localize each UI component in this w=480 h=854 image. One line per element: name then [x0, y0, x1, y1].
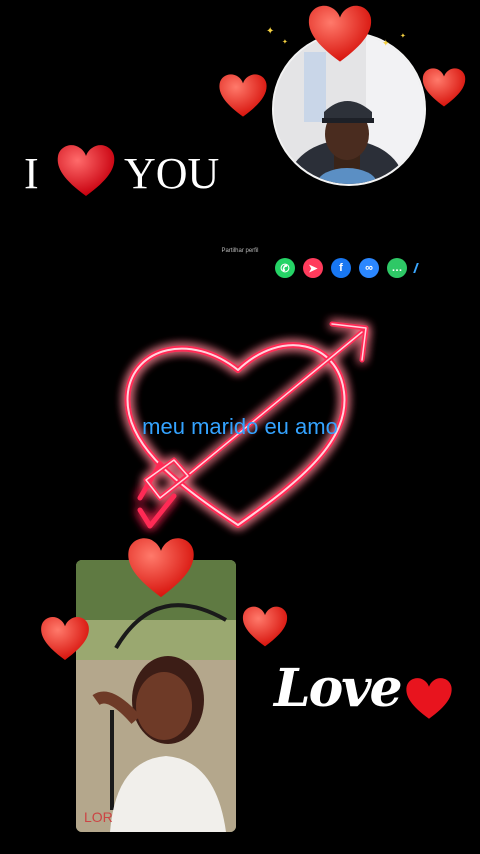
- heart-icon: [406, 678, 452, 719]
- svg-text:LOR: LOR: [84, 809, 113, 825]
- send-share-button[interactable]: ➤: [303, 258, 323, 278]
- facebook-share-button[interactable]: f: [331, 258, 351, 278]
- link-icon: ∞: [365, 262, 373, 274]
- svg-text:✦: ✦: [382, 38, 390, 48]
- sparkle-icon: ✦ ✦ ✦ ✦: [266, 26, 406, 48]
- message-share-button[interactable]: …: [387, 258, 407, 278]
- caption-text: meu marido eu amo: [142, 414, 338, 439]
- whatsapp-icon: ✆: [280, 262, 290, 275]
- heart-icon: [57, 145, 115, 196]
- svg-text:✦: ✦: [282, 38, 288, 46]
- link-share-button[interactable]: ∞: [359, 258, 379, 278]
- floating-heart-icon: [128, 538, 194, 598]
- share-profile-label: Partilhar perfil: [221, 248, 259, 254]
- you-label: YOU: [124, 149, 220, 198]
- more-share-indicator: [413, 263, 419, 273]
- whatsapp-share-button[interactable]: ✆: [275, 258, 295, 278]
- love-label: Love: [274, 658, 403, 719]
- floating-heart-icon: [242, 606, 288, 647]
- svg-text:✦: ✦: [400, 32, 406, 40]
- love-text-block: Love: [268, 652, 468, 742]
- floating-heart-icon: [422, 68, 466, 107]
- send-icon: ➤: [308, 262, 318, 275]
- i-label: I: [24, 149, 39, 198]
- svg-text:✦: ✦: [266, 26, 274, 37]
- floating-heart-icon: [41, 617, 89, 660]
- share-bar: ✆ ➤ f ∞ …: [275, 258, 419, 278]
- message-icon: …: [391, 262, 403, 274]
- facebook-icon: f: [339, 262, 343, 274]
- i-love-you-text: I YOU: [24, 140, 244, 202]
